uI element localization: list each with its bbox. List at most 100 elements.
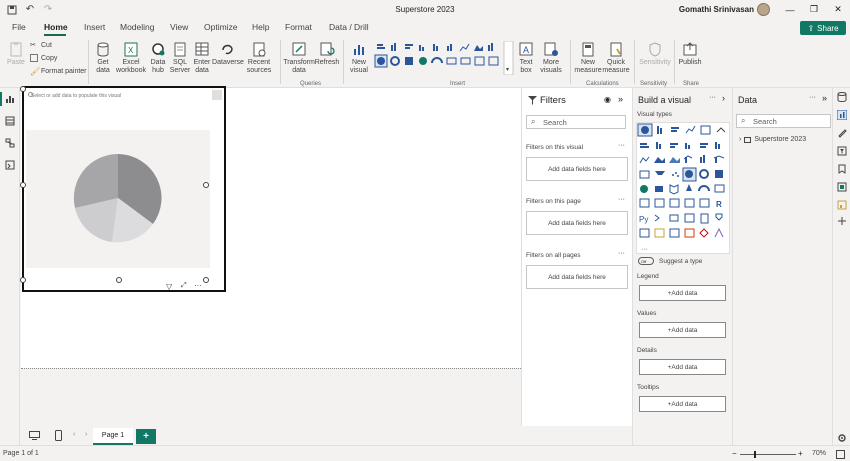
tab-help[interactable]: Help (252, 22, 269, 32)
refresh-button[interactable]: Refresh (315, 41, 339, 67)
page-count: Page 1 of 1 (3, 450, 39, 457)
tab-file[interactable]: File (12, 22, 26, 32)
recent-sources-icon (253, 42, 266, 57)
user-name[interactable]: Gomathi Srinivasan (679, 5, 754, 14)
avatar[interactable] (757, 3, 770, 16)
resize-handle[interactable] (116, 277, 122, 283)
new-measure-button[interactable]: New measure (574, 41, 602, 75)
collapse-build-icon[interactable]: › (722, 93, 725, 103)
more-options-icon[interactable]: ··· (618, 142, 625, 149)
build-pane-icon[interactable] (837, 110, 847, 120)
copy-button[interactable]: Copy (30, 54, 57, 62)
maximize-button[interactable]: ❐ (802, 0, 826, 19)
report-view-icon[interactable] (5, 94, 15, 104)
more-options-icon[interactable]: ··· (709, 94, 716, 101)
fit-to-page-icon[interactable] (836, 450, 845, 459)
details-add-data-button[interactable]: +Add data (639, 359, 726, 375)
visual-corner-action[interactable] (212, 90, 222, 100)
paste-button[interactable]: Paste (5, 41, 27, 67)
data-pane-icon[interactable] (837, 92, 847, 102)
collapse-filters-icon[interactable]: » (618, 94, 623, 104)
resize-handle[interactable] (20, 277, 26, 283)
mobile-layout-icon[interactable] (55, 430, 62, 441)
tab-optimize[interactable]: Optimize (204, 22, 238, 32)
sql-server-button[interactable]: SQL Server (169, 41, 191, 75)
cut-button[interactable]: ✂ Cut (30, 41, 52, 50)
filter-icon[interactable]: ▽ (166, 282, 172, 291)
more-options-icon[interactable]: ··· (618, 250, 625, 257)
text-box-button[interactable]: A Text box (515, 41, 537, 75)
suggest-toggle[interactable]: Off (638, 257, 654, 265)
tab-home[interactable]: Home (44, 22, 68, 32)
filters-search-input[interactable]: ⌕ Search (526, 115, 626, 129)
save-icon[interactable] (6, 4, 18, 16)
filter-pane-icon[interactable] (837, 146, 847, 156)
settings-gear-icon[interactable] (837, 433, 847, 443)
dataverse-button[interactable]: Dataverse (212, 41, 244, 67)
zoom-in-icon[interactable]: + (798, 449, 803, 458)
format-pane-icon[interactable] (837, 128, 847, 138)
bookmark-icon[interactable] (837, 164, 847, 174)
next-page-icon[interactable]: › (85, 431, 87, 438)
zoom-slider[interactable] (740, 454, 796, 455)
eye-icon[interactable]: ◉ (604, 95, 611, 104)
performance-icon[interactable] (837, 200, 847, 210)
dax-query-view-icon[interactable] (5, 160, 15, 170)
sensitivity-button[interactable]: Sensitivity (638, 41, 672, 67)
tab-view[interactable]: View (170, 22, 188, 32)
resize-handle[interactable] (203, 277, 209, 283)
undo-icon[interactable]: ↶ (24, 4, 36, 16)
collapse-data-icon[interactable]: » (822, 93, 827, 103)
zoom-out-icon[interactable]: − (732, 449, 737, 458)
add-pane-icon[interactable] (837, 216, 847, 226)
add-page-button[interactable]: + (136, 429, 156, 444)
redo-icon[interactable]: ↷ (42, 4, 54, 16)
prev-page-icon[interactable]: ‹ (73, 431, 75, 438)
legend-add-data-button[interactable]: +Add data (639, 285, 726, 301)
focus-mode-icon[interactable]: ⤢ (181, 282, 187, 290)
data-search-input[interactable]: ⌕ Search (736, 114, 831, 128)
transform-data-button[interactable]: Transform data (283, 41, 315, 75)
share-button[interactable]: ⇪ Share (800, 21, 846, 35)
new-visual-button[interactable]: New visual (347, 41, 371, 75)
filters-all-pages-drop-zone[interactable]: Add data fields here (526, 265, 628, 289)
filters-visual-drop-zone[interactable]: Add data fields here (526, 157, 628, 181)
more-options-icon[interactable]: ··· (618, 196, 625, 203)
close-button[interactable]: ✕ (826, 0, 850, 19)
desktop-layout-icon[interactable] (29, 431, 40, 440)
visual-types-grid[interactable]: R Py ··· (636, 122, 730, 254)
excel-workbook-button[interactable]: X Excel workbook (115, 41, 147, 75)
tab-format[interactable]: Format (285, 22, 312, 32)
tab-data-drill[interactable]: Data / Drill (329, 22, 369, 32)
recent-sources-button[interactable]: Recent sources (244, 41, 274, 75)
tab-modeling[interactable]: Modeling (120, 22, 155, 32)
values-add-data-button[interactable]: +Add data (639, 322, 726, 338)
get-data-button[interactable]: Get data (92, 41, 114, 75)
zoom-slider-thumb[interactable] (754, 451, 756, 458)
more-visuals-button[interactable]: More visuals (538, 41, 564, 75)
tooltips-add-data-button[interactable]: +Add data (639, 396, 726, 412)
pie-chart-visual[interactable]: Select or add data to populate this visu… (20, 86, 226, 292)
filters-page-drop-zone[interactable]: Add data fields here (526, 211, 628, 235)
data-hub-button[interactable]: Data hub (148, 41, 168, 75)
table-view-icon[interactable] (5, 116, 15, 126)
resize-handle[interactable] (20, 86, 26, 92)
tab-insert[interactable]: Insert (84, 22, 105, 32)
selection-pane-icon[interactable] (837, 182, 847, 192)
publish-button[interactable]: Publish (678, 41, 702, 67)
minimize-button[interactable]: — (778, 0, 802, 19)
model-view-icon[interactable] (5, 138, 15, 148)
enter-data-button[interactable]: Enter data (192, 41, 212, 75)
status-bar: Page 1 of 1 − + 70% (0, 445, 850, 461)
visual-gallery[interactable]: ▾ (374, 40, 514, 76)
resize-handle[interactable] (203, 182, 209, 188)
more-options-icon[interactable]: ··· (194, 281, 202, 290)
page-tab-1[interactable]: Page 1 (93, 428, 133, 445)
zoom-level: 70% (811, 450, 826, 457)
data-table-item[interactable]: › Superstore 2023 (739, 136, 806, 143)
quick-measure-button[interactable]: Quick measure (602, 41, 630, 75)
resize-handle[interactable] (20, 182, 26, 188)
more-options-icon[interactable]: ··· (809, 94, 816, 101)
format-painter-button[interactable]: 🖌 Format painter (30, 67, 87, 76)
build-visual-pane: Build a visual ··· › Visual types R Py ·… (632, 88, 732, 445)
